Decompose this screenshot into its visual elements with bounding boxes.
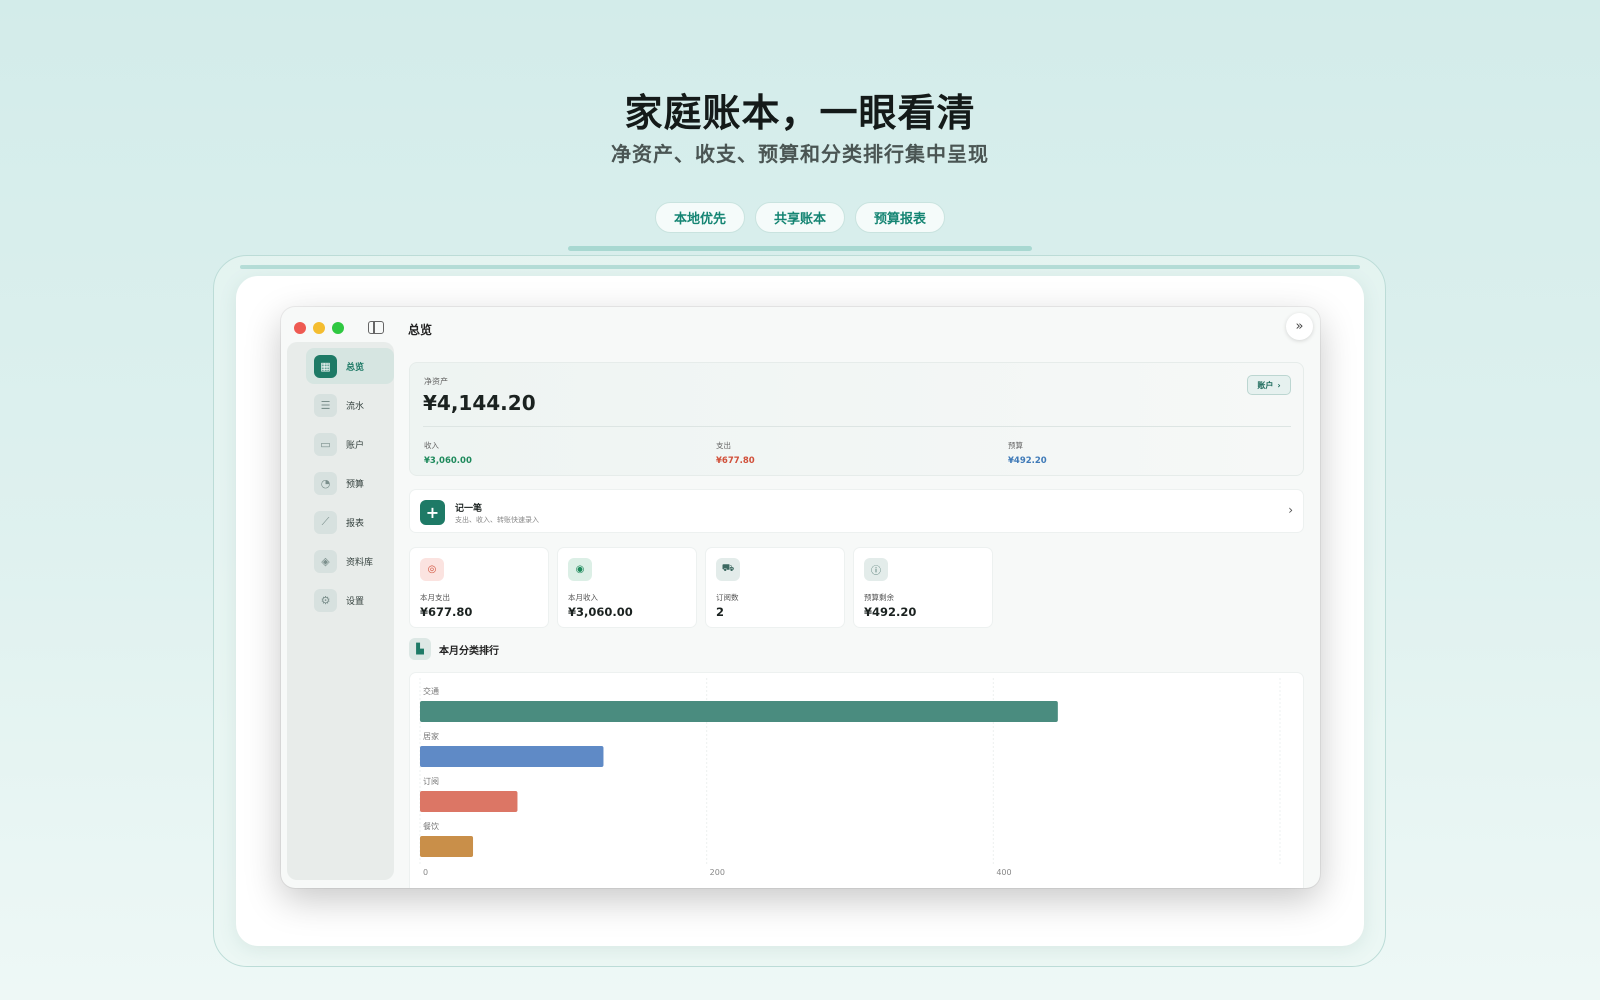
expense-value: ¥677.80 (716, 456, 755, 466)
feature-pill-shared: 共享账本 (754, 202, 845, 233)
stat-card[interactable]: ◎ 本月支出 ¥677.80 (409, 547, 549, 628)
accounts-button[interactable]: 账户 › (1247, 375, 1291, 395)
expense-stat: 支出 ¥677.80 (716, 440, 755, 466)
ranking-title: 本月分类排行 (439, 645, 499, 657)
net-worth-value: ¥4,144.20 (423, 391, 536, 415)
stat-card-value: ¥677.80 (420, 605, 473, 619)
page-title: 总览 (408, 323, 433, 337)
category-label: 居家 (423, 731, 439, 741)
chart-svg: 交通居家订阅餐饮 0 200 400 (419, 678, 1281, 877)
stat-card-label: 本月支出 (420, 593, 450, 602)
sidebar-item-5[interactable]: ◈ 资料库 (306, 543, 394, 579)
play-circle-icon: ◉ (568, 558, 592, 581)
income-stat: 收入 ¥3,060.00 (424, 440, 472, 466)
feature-pills: 本地优先 共享账本 预算报表 (0, 202, 1600, 233)
bar-2 (420, 791, 518, 812)
budget-stat: 预算 ¥492.20 (1008, 440, 1047, 466)
chevron-right-icon: › (1277, 380, 1281, 390)
gear-icon: ⚙ (314, 588, 337, 612)
quick-add-entry[interactable]: + 记一笔 支出、收入、转账快速录入 › (409, 489, 1304, 533)
chart-icon: ⟋ (314, 510, 337, 534)
x-tick-label: 200 (710, 868, 725, 877)
sidebar-item-0[interactable]: ▦ 总览 (306, 348, 394, 384)
net-worth-card: 净资产 ¥4,144.20 账户 › 收入 ¥3,060.00 支出 ¥677.… (409, 362, 1304, 476)
net-worth-label: 净资产 (424, 377, 448, 386)
income-value: ¥3,060.00 (424, 456, 472, 466)
window-controls (294, 322, 344, 334)
quick-add-title: 记一笔 (455, 504, 483, 514)
accent-bar (568, 246, 1032, 251)
income-label: 收入 (424, 441, 439, 450)
feature-pill-local: 本地优先 (654, 202, 745, 233)
bar-0 (420, 701, 1058, 722)
category-label: 订阅 (423, 776, 439, 786)
bar-1 (420, 746, 604, 767)
divider (423, 426, 1291, 427)
sidebar-item-label: 报表 (346, 518, 365, 529)
sidebar-item-label: 总览 (346, 362, 365, 373)
car-icon: ⛟ (716, 558, 740, 581)
sidebar-item-label: 账户 (346, 440, 365, 451)
category-ranking-chart: 交通居家订阅餐饮 0 200 400 (409, 672, 1304, 888)
info-icon: ⓘ (864, 558, 888, 581)
sidebar-item-label: 设置 (346, 596, 365, 607)
sidebar-item-label: 资料库 (346, 557, 374, 568)
category-label: 交通 (423, 686, 439, 696)
accounts-button-label: 账户 (1257, 380, 1274, 390)
stack-icon: ◈ (314, 549, 337, 573)
category-label: 餐饮 (423, 821, 439, 831)
ranking-header: ▙ 本月分类排行 (409, 638, 499, 660)
stat-card-label: 本月收入 (568, 593, 598, 602)
hero-title: 家庭账本，一眼看清 (624, 91, 976, 135)
x-tick-label: 400 (996, 868, 1011, 877)
expense-label: 支出 (716, 441, 731, 450)
stat-card-value: ¥492.20 (864, 605, 917, 619)
sidebar-item-2[interactable]: ▭ 账户 (306, 426, 394, 462)
zoom-window-button[interactable] (332, 322, 344, 334)
sidebar-item-6[interactable]: ⚙ 设置 (306, 582, 394, 618)
stat-card[interactable]: ⛟ 订阅数 2 (705, 547, 845, 628)
stat-card-value: ¥3,060.00 (568, 605, 633, 619)
grid-icon: ▦ (314, 354, 337, 378)
app-window: ▦ 总览 ☰ 流水 ▭ 账户 ◔ 预算 ⟋ 报表 ◈ 资料库 ⚙ 设置 总览 » 净资产 ¥4,144.2… (281, 307, 1320, 888)
close-window-button[interactable] (294, 322, 306, 334)
expand-button[interactable]: » (1286, 313, 1313, 340)
minimize-window-button[interactable] (313, 322, 325, 334)
quick-add-subtitle: 支出、收入、转账快速录入 (455, 516, 539, 524)
budget-label: 预算 (1008, 441, 1023, 450)
sidebar-item-4[interactable]: ⟋ 报表 (306, 504, 394, 540)
target-icon: ◎ (420, 558, 444, 581)
x-tick-label: 0 (423, 868, 428, 877)
feature-pill-budget: 预算报表 (855, 202, 946, 233)
sidebar-item-label: 流水 (346, 401, 365, 412)
plus-icon: + (420, 500, 445, 525)
stat-card-label: 预算剩余 (864, 593, 894, 602)
sidebar-toggle-icon[interactable] (368, 321, 384, 334)
list-icon: ☰ (314, 393, 337, 417)
bar-3 (420, 836, 474, 857)
card-icon: ▭ (314, 432, 337, 456)
stat-card[interactable]: ⓘ 预算剩余 ¥492.20 (853, 547, 993, 628)
bar-chart-icon: ▙ (409, 638, 431, 660)
stat-card-value: 2 (716, 605, 725, 619)
sidebar-item-1[interactable]: ☰ 流水 (306, 387, 394, 423)
sidebar-item-label: 预算 (346, 479, 365, 490)
hero-subtitle: 净资产、收支、预算和分类排行集中呈现 (611, 142, 989, 166)
chevron-right-icon: › (1288, 503, 1293, 517)
frame-highlight (240, 265, 1360, 269)
gauge-icon: ◔ (314, 471, 337, 495)
sidebar-item-3[interactable]: ◔ 预算 (306, 465, 394, 501)
budget-value: ¥492.20 (1008, 456, 1047, 466)
stat-card[interactable]: ◉ 本月收入 ¥3,060.00 (557, 547, 697, 628)
stat-card-label: 订阅数 (716, 593, 739, 602)
double-chevron-icon: » (1295, 319, 1304, 334)
